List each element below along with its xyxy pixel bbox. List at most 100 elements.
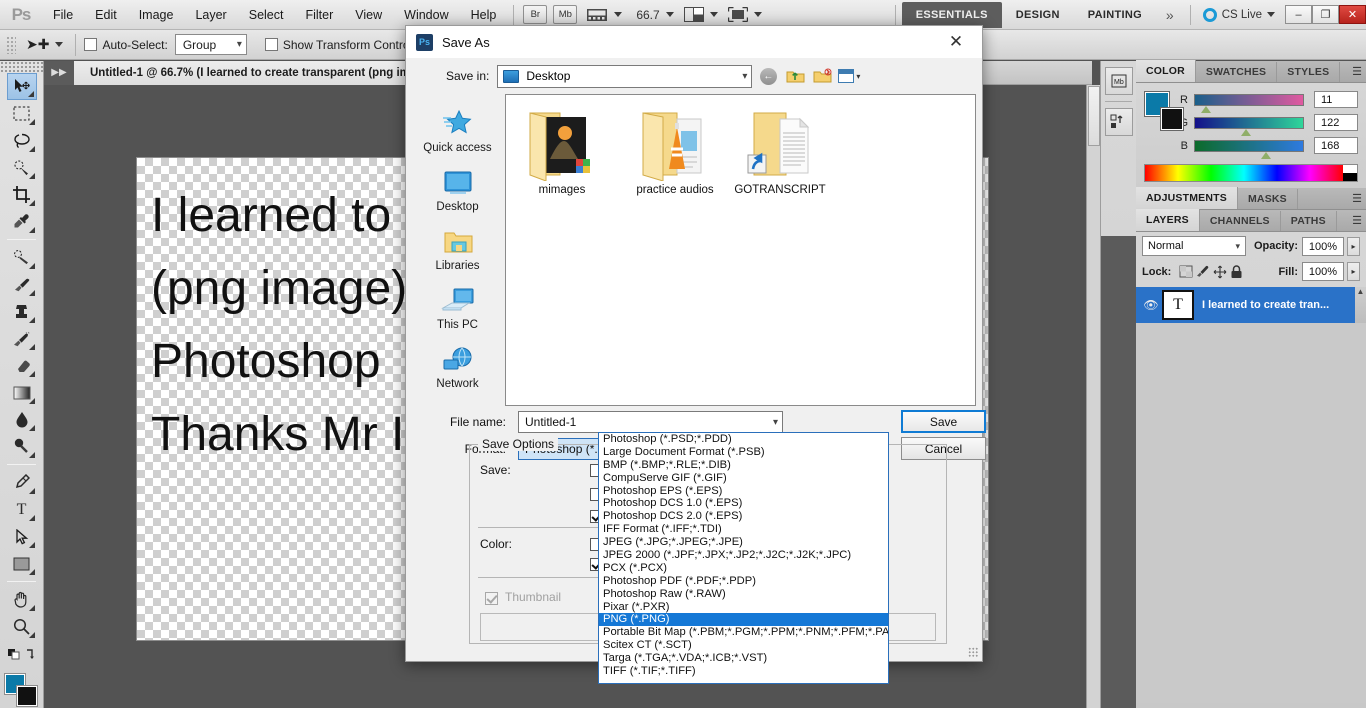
options-bar-grip[interactable]: [6, 36, 16, 54]
tools-panel-grip[interactable]: [0, 61, 43, 73]
dodge-tool[interactable]: [7, 433, 37, 460]
slider-b[interactable]: [1194, 140, 1304, 152]
tool-preset-chevron-icon[interactable]: [55, 42, 63, 47]
color-spectrum-ramp[interactable]: [1144, 164, 1358, 182]
eyedropper-tool[interactable]: [7, 208, 37, 235]
screen-mode-icon[interactable]: [728, 7, 748, 22]
lock-all-icon[interactable]: [1228, 264, 1245, 280]
arrange-chevron-icon[interactable]: [710, 12, 718, 17]
close-icon[interactable]: ✕: [936, 27, 976, 57]
pen-tool[interactable]: [7, 469, 37, 496]
tab-layers[interactable]: LAYERS: [1136, 209, 1200, 231]
sidebar-item-libraries[interactable]: Libraries: [413, 224, 503, 272]
cs-live-button[interactable]: CS Live: [1203, 8, 1275, 22]
save-button[interactable]: Save: [901, 410, 986, 433]
panel-background-swatch[interactable]: [1160, 107, 1184, 131]
mini-bridge-panel-icon[interactable]: Mb: [1105, 67, 1133, 95]
opacity-value[interactable]: 100%: [1302, 237, 1344, 256]
view-extras-chevron-icon[interactable]: [614, 12, 622, 17]
format-option[interactable]: JPEG 2000 (*.JPF;*.JPX;*.JP2;*.J2C;*.J2K…: [599, 549, 888, 562]
zoom-level-value[interactable]: 66.7: [636, 8, 659, 22]
sidebar-item-quick-access[interactable]: Quick access: [413, 106, 503, 154]
auto-select-checkbox[interactable]: [84, 38, 97, 51]
auto-select-scope-select[interactable]: Group ▾: [175, 34, 247, 55]
tab-adjustments[interactable]: ADJUSTMENTS: [1136, 187, 1238, 209]
background-color-swatch[interactable]: [16, 685, 38, 707]
save-in-select[interactable]: Desktop ▾: [497, 65, 752, 88]
move-tool[interactable]: [7, 73, 37, 100]
workspace-essentials[interactable]: ESSENTIALS: [902, 2, 1002, 28]
sidebar-item-network[interactable]: Network: [413, 342, 503, 390]
view-extras-icon[interactable]: [586, 7, 608, 23]
slider-thumb-r[interactable]: [1201, 106, 1211, 113]
new-folder-icon[interactable]: [811, 65, 833, 87]
format-option[interactable]: Targa (*.TGA;*.VDA;*.ICB;*.VST): [599, 652, 888, 665]
format-option[interactable]: Photoshop PDF (*.PDF;*.PDP): [599, 575, 888, 588]
workspace-design[interactable]: DESIGN: [1002, 5, 1074, 25]
restore-button[interactable]: ❐: [1312, 5, 1339, 24]
default-colors-and-swap[interactable]: [7, 640, 37, 667]
format-option[interactable]: TIFF (*.TIF;*.TIFF): [599, 665, 888, 678]
lock-transparent-pixels-icon[interactable]: [1177, 264, 1194, 280]
fill-stepper-icon[interactable]: ▸: [1347, 262, 1360, 281]
arrange-documents-icon[interactable]: [684, 7, 704, 22]
collapse-tools-icon[interactable]: ▶▶: [44, 61, 74, 85]
list-item[interactable]: mimages: [510, 103, 614, 196]
rectangular-marquee-tool[interactable]: [7, 100, 37, 127]
layer-thumbnail[interactable]: T: [1162, 290, 1194, 320]
menu-layer[interactable]: Layer: [184, 0, 237, 30]
format-option[interactable]: JPEG (*.JPG;*.JPEG;*.JPE): [599, 536, 888, 549]
minimize-button[interactable]: –: [1285, 5, 1312, 24]
tab-masks[interactable]: MASKS: [1238, 189, 1298, 209]
tab-color[interactable]: COLOR: [1136, 60, 1196, 82]
blur-tool[interactable]: [7, 406, 37, 433]
resize-grip-icon[interactable]: [968, 647, 978, 657]
bridge-button[interactable]: Br: [523, 5, 547, 24]
gradient-tool[interactable]: [7, 379, 37, 406]
workspace-painting[interactable]: PAINTING: [1074, 5, 1156, 25]
format-option[interactable]: Photoshop (*.PSD;*.PDD): [599, 433, 888, 446]
format-dropdown-list[interactable]: Photoshop (*.PSD;*.PDD) Large Document F…: [598, 432, 889, 684]
format-option[interactable]: Portable Bit Map (*.PBM;*.PGM;*.PPM;*.PN…: [599, 626, 888, 639]
type-tool[interactable]: T: [7, 496, 37, 523]
format-option[interactable]: Photoshop DCS 2.0 (*.EPS): [599, 510, 888, 523]
table-row[interactable]: 👁 T I learned to create tran...: [1136, 287, 1355, 323]
adjustments-panel-menu-icon[interactable]: ☰: [1352, 192, 1361, 205]
history-brush-tool[interactable]: [7, 325, 37, 352]
slider-thumb-b[interactable]: [1261, 152, 1271, 159]
format-option[interactable]: Photoshop Raw (*.RAW): [599, 588, 888, 601]
slider-thumb-g[interactable]: [1241, 129, 1251, 136]
up-one-level-icon[interactable]: [784, 65, 806, 87]
menu-image[interactable]: Image: [128, 0, 185, 30]
layer-visibility-eye-icon[interactable]: 👁: [1140, 298, 1162, 312]
slider-g[interactable]: [1194, 117, 1304, 129]
menu-file[interactable]: File: [42, 0, 84, 30]
document-vertical-scrollbar[interactable]: [1086, 85, 1100, 708]
color-panel-menu-icon[interactable]: ☰: [1352, 65, 1361, 78]
channel-value-g[interactable]: 122: [1314, 114, 1358, 131]
tab-paths[interactable]: PATHS: [1281, 211, 1337, 231]
show-transform-checkbox[interactable]: [265, 38, 278, 51]
history-panel-icon[interactable]: [1105, 108, 1133, 136]
menu-select[interactable]: Select: [238, 0, 295, 30]
views-icon[interactable]: ▾: [838, 65, 860, 87]
sidebar-item-this-pc[interactable]: This PC: [413, 283, 503, 331]
spot-healing-brush-tool[interactable]: [7, 244, 37, 271]
dialog-titlebar[interactable]: Ps Save As ✕: [406, 26, 982, 58]
lock-image-pixels-icon[interactable]: [1194, 264, 1211, 280]
lasso-tool[interactable]: [7, 127, 37, 154]
file-listing[interactable]: mimages practice audios: [505, 94, 976, 406]
quick-selection-tool[interactable]: [7, 154, 37, 181]
opacity-stepper-icon[interactable]: ▸: [1347, 237, 1360, 256]
format-option[interactable]: Pixar (*.PXR): [599, 601, 888, 614]
crop-tool[interactable]: [7, 181, 37, 208]
file-name-input[interactable]: Untitled-1 ▾: [518, 411, 783, 433]
path-selection-tool[interactable]: [7, 523, 37, 550]
eraser-tool[interactable]: [7, 352, 37, 379]
menu-view[interactable]: View: [344, 0, 393, 30]
back-icon[interactable]: ←: [757, 65, 779, 87]
move-tool-options-icon[interactable]: ➤✚: [26, 36, 49, 53]
more-workspaces-icon[interactable]: »: [1156, 7, 1184, 23]
zoom-chevron-icon[interactable]: [666, 12, 674, 17]
slider-r[interactable]: [1194, 94, 1304, 106]
